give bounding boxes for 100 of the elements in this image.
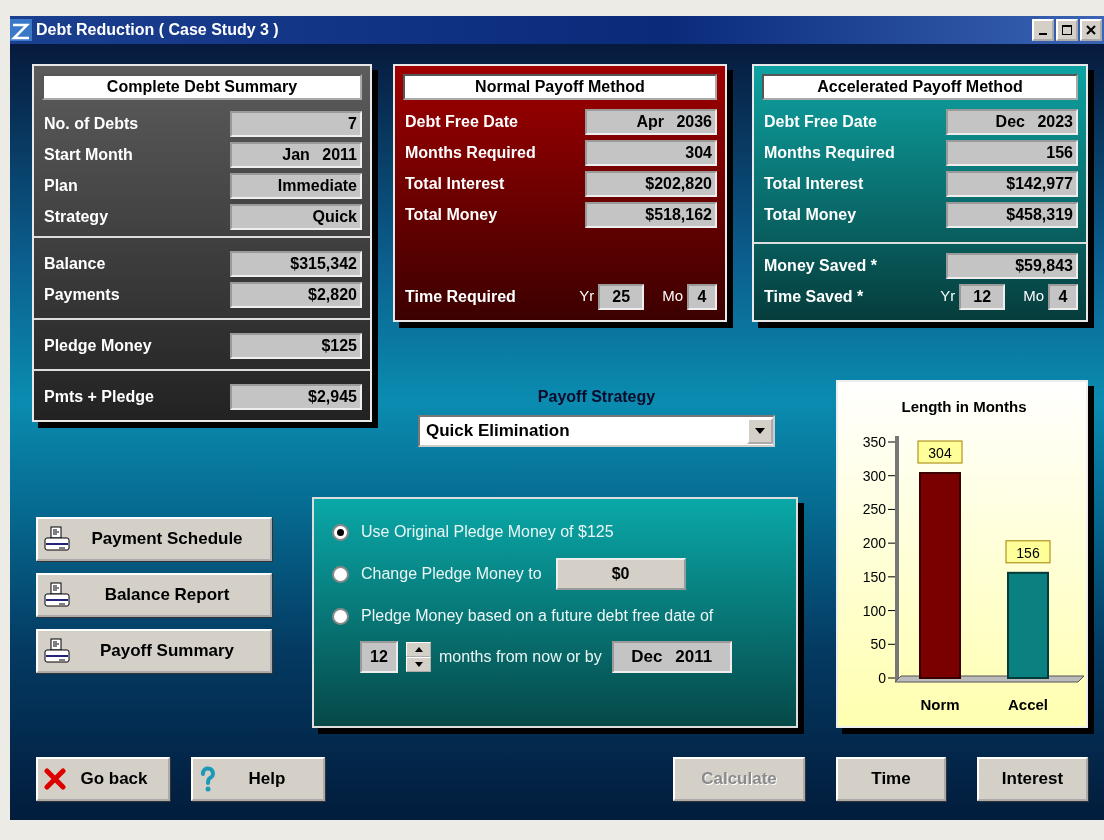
up-arrow-icon xyxy=(414,647,423,652)
report-button[interactable]: Balance Report xyxy=(36,573,272,617)
down-arrow-icon xyxy=(414,662,423,667)
value-display: Dec 2023 xyxy=(946,108,1078,135)
radio-button[interactable] xyxy=(332,565,349,583)
field-label: Total Money xyxy=(405,204,498,225)
field-label: Balance xyxy=(44,253,106,274)
field-label: Money Saved * xyxy=(764,255,877,276)
category-label: Norm xyxy=(920,696,960,713)
field-label: Debt Free Date xyxy=(405,111,518,132)
field-label: Start Month xyxy=(44,144,133,165)
months-field[interactable]: 12 xyxy=(360,641,398,673)
chart-title: Length in Months xyxy=(901,398,1027,415)
value-display: Immediate xyxy=(230,172,362,199)
dropdown-label: Payoff Strategy xyxy=(536,387,657,407)
field-label: Plan xyxy=(44,175,78,196)
field-label: No. of Debts xyxy=(44,113,139,134)
option-label: Pledge Money based on a future debt free date of xyxy=(361,606,714,626)
field-label: Time Required xyxy=(405,286,516,307)
field-label: Time Saved * xyxy=(764,286,864,307)
axis-tick-label: 200 xyxy=(862,535,886,552)
printer-icon xyxy=(44,582,70,608)
axis-tick-label: 0 xyxy=(878,670,886,686)
field-label: Pmts + Pledge xyxy=(44,386,154,407)
radio-button[interactable] xyxy=(332,607,349,625)
strategy-dropdown[interactable]: Quick Elimination xyxy=(418,415,775,447)
data-label: 156 xyxy=(1005,540,1051,564)
data-label: 304 xyxy=(917,440,963,464)
printer-icon xyxy=(44,638,70,664)
value-display: 4 xyxy=(687,283,717,310)
spin-up-button[interactable] xyxy=(406,642,431,657)
axis-tick-label: 350 xyxy=(862,434,886,450)
value-display: $315,342 xyxy=(230,250,362,277)
value-display: Quick xyxy=(230,203,362,230)
panel-title: Normal Payoff Method xyxy=(403,74,717,100)
data-label: 304 xyxy=(928,445,952,462)
report-button[interactable]: Payoff Summary xyxy=(36,629,272,673)
field-label: Total Interest xyxy=(405,173,505,194)
panel-title: Accelerated Payoff Method xyxy=(762,74,1078,100)
value-display: 12 xyxy=(959,283,1006,310)
spin-down-button[interactable] xyxy=(406,657,431,672)
close-icon xyxy=(1084,23,1098,37)
minimize-icon xyxy=(1039,33,1047,35)
field-label: Months Required xyxy=(405,142,536,163)
help-icon xyxy=(199,766,217,792)
unit-label: Yr xyxy=(579,286,595,307)
category-label: Accel xyxy=(1008,696,1048,713)
field-label: Payments xyxy=(44,284,120,305)
option-label: Use Original Pledge Money of $125 xyxy=(361,522,614,542)
value-display: $125 xyxy=(230,332,362,359)
minimize-button[interactable] xyxy=(1032,19,1054,41)
panel-title: Complete Debt Summary xyxy=(42,74,362,100)
field-label: Pledge Money xyxy=(44,335,152,356)
app-logo-icon xyxy=(10,19,32,41)
value-display: 25 xyxy=(598,283,645,310)
action-button[interactable]: Time xyxy=(836,757,946,801)
radio-button[interactable] xyxy=(332,523,349,541)
axis-tick-label: 100 xyxy=(862,602,886,619)
option-label: Change Pledge Money to xyxy=(361,564,542,584)
value-display: Apr 2036 xyxy=(585,108,717,135)
value-display: $458,319 xyxy=(946,201,1078,228)
axis-tick-label: 50 xyxy=(870,636,886,653)
field-label: Debt Free Date xyxy=(764,111,877,132)
value-display: $518,162 xyxy=(585,201,717,228)
field-label: Total Money xyxy=(764,204,857,225)
value-display: 4 xyxy=(1048,283,1078,310)
value-display: 7 xyxy=(230,110,362,137)
value-display: $142,977 xyxy=(946,170,1078,197)
value-display: $202,820 xyxy=(585,170,717,197)
value-display: 304 xyxy=(585,139,717,166)
value-display: Jan 2011 xyxy=(230,141,362,168)
close-icon xyxy=(44,768,66,790)
action-button[interactable]: Interest xyxy=(977,757,1088,801)
unit-label: Yr xyxy=(940,286,956,307)
field-label: Total Interest xyxy=(764,173,864,194)
date-field[interactable]: Dec 2011 xyxy=(611,641,732,673)
axis-tick-label: 150 xyxy=(862,568,886,585)
printer-icon xyxy=(44,526,70,552)
action-button: Calculate xyxy=(673,757,805,801)
field-label: Strategy xyxy=(44,206,109,227)
amount-field[interactable]: $0 xyxy=(555,558,686,590)
axis-tick-label: 300 xyxy=(862,467,886,484)
go-back-button[interactable]: Go back xyxy=(36,757,170,801)
dropdown-arrow-icon xyxy=(755,428,765,434)
maximize-button[interactable] xyxy=(1056,19,1078,41)
unit-label: Mo xyxy=(1023,286,1044,307)
window-title: Debt Reduction ( Case Study 3 ) xyxy=(35,20,280,40)
option-label: months from now or by xyxy=(439,647,602,667)
unit-label: Mo xyxy=(662,286,683,307)
help-button[interactable]: Help xyxy=(191,757,325,801)
field-label: Months Required xyxy=(764,142,895,163)
value-display: $2,945 xyxy=(230,383,362,410)
maximize-icon xyxy=(1060,23,1074,37)
data-label: 156 xyxy=(1016,544,1040,561)
value-display: $59,843 xyxy=(946,252,1078,279)
report-button[interactable]: Payment Schedule xyxy=(36,517,272,561)
value-display: $2,820 xyxy=(230,281,362,308)
value-display: 156 xyxy=(946,139,1078,166)
close-button[interactable] xyxy=(1080,19,1102,41)
axis-tick-label: 250 xyxy=(862,501,886,518)
